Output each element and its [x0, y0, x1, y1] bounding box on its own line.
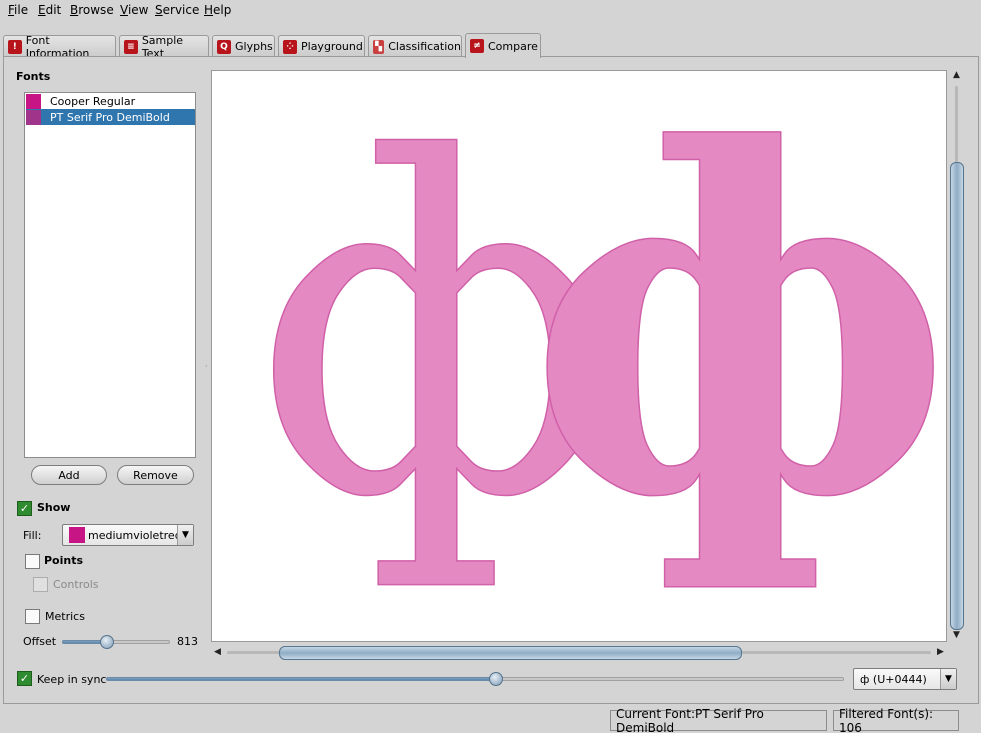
- tab-label: Playground: [301, 40, 363, 53]
- fonts-heading: Fonts: [16, 70, 51, 83]
- glyph-slider-fill: [106, 677, 496, 681]
- glyph-pt-serif-pro-demibold: ф: [528, 71, 947, 600]
- keep-in-sync-checkbox[interactable]: ✓: [17, 671, 32, 686]
- menu-bar: File Edit Browse View Service Help: [0, 0, 981, 22]
- glyph-slider-track[interactable]: [496, 677, 844, 681]
- points-checkbox[interactable]: [25, 554, 40, 569]
- glyph-preview-svg: ф ф: [255, 71, 947, 601]
- horizontal-scroll-thumb[interactable]: [279, 646, 742, 660]
- offset-slider-handle[interactable]: [100, 635, 114, 649]
- keep-in-sync-label: Keep in sync: [37, 673, 107, 686]
- menu-browse[interactable]: Browse: [70, 3, 114, 17]
- tab-sample-text[interactable]: ≡ Sample Text: [119, 34, 209, 60]
- scroll-up-icon[interactable]: ▲: [953, 70, 960, 80]
- glyphs-icon: Q: [217, 39, 231, 54]
- scroll-left-icon[interactable]: ◀: [214, 647, 221, 657]
- splitter-handle[interactable]: ·: [205, 362, 208, 371]
- points-label: Points: [44, 554, 84, 567]
- fonts-list[interactable]: Cooper Regular PT Serif Pro DemiBold: [24, 92, 196, 458]
- font-color-swatch: [26, 93, 41, 109]
- show-label: Show: [37, 501, 71, 514]
- controls-checkbox[interactable]: [33, 577, 48, 592]
- horizontal-scrollbar[interactable]: ◀ ▶: [211, 646, 947, 660]
- tab-glyphs[interactable]: Q Glyphs: [212, 35, 275, 57]
- font-list-item-pt-serif-pro-demibold[interactable]: PT Serif Pro DemiBold: [26, 109, 195, 125]
- tab-playground[interactable]: ⁘ Playground: [278, 35, 365, 57]
- offset-label: Offset: [23, 635, 57, 648]
- playground-icon: ⁘: [283, 39, 297, 54]
- menu-service[interactable]: Service: [155, 3, 199, 17]
- scroll-down-icon[interactable]: ▼: [953, 630, 960, 640]
- glyph-compare-canvas[interactable]: ф ф: [211, 70, 947, 642]
- tab-label: Classification: [388, 40, 461, 53]
- metrics-checkbox[interactable]: [25, 609, 40, 624]
- metrics-label: Metrics: [45, 610, 85, 623]
- compare-icon: ≠: [470, 39, 484, 53]
- fill-color-select[interactable]: mediumvioletred ▼: [62, 524, 194, 546]
- add-button[interactable]: Add: [31, 465, 107, 485]
- tab-label: Glyphs: [235, 40, 273, 53]
- remove-button[interactable]: Remove: [117, 465, 194, 485]
- vertical-scrollbar[interactable]: ▲ ▼: [950, 70, 964, 642]
- tab-compare[interactable]: ≠ Compare: [465, 33, 541, 58]
- glyph-select-value: ф (U+0444): [860, 672, 927, 686]
- status-filtered-fonts: Filtered Font(s): 106: [833, 707, 959, 733]
- menu-view[interactable]: View: [120, 3, 148, 17]
- classification-icon: ▚: [373, 39, 385, 54]
- font-color-swatch: [26, 109, 41, 125]
- fill-color-swatch: [69, 527, 85, 543]
- show-checkbox[interactable]: ✓: [17, 501, 32, 516]
- menu-file[interactable]: File: [8, 3, 28, 17]
- vertical-scroll-thumb[interactable]: [950, 162, 964, 630]
- offset-value: 813: [177, 635, 198, 648]
- controls-label: Controls: [53, 578, 99, 591]
- menu-help[interactable]: Help: [204, 3, 231, 17]
- font-list-item-cooper-regular[interactable]: Cooper Regular: [26, 93, 195, 109]
- font-info-icon: !: [8, 39, 22, 54]
- scroll-right-icon[interactable]: ▶: [937, 647, 944, 657]
- chevron-down-icon[interactable]: ▼: [177, 525, 193, 545]
- font-name: Cooper Regular: [50, 94, 136, 108]
- glyph-slider-handle[interactable]: [489, 672, 503, 686]
- tab-label: Compare: [488, 39, 538, 53]
- status-current-font: Current Font:PT Serif Pro DemiBold: [610, 707, 827, 733]
- fill-label: Fill:: [23, 529, 42, 542]
- tab-classification[interactable]: ▚ Classification: [368, 35, 462, 57]
- tab-bar: ! Font Information ≡ Sample Text Q Glyph…: [0, 33, 981, 60]
- chevron-down-icon[interactable]: ▼: [940, 669, 956, 689]
- menu-edit[interactable]: Edit: [38, 3, 61, 17]
- tab-font-information[interactable]: ! Font Information: [3, 34, 116, 60]
- fill-color-value: mediumvioletred: [88, 528, 182, 542]
- glyph-select[interactable]: ф (U+0444) ▼: [853, 668, 957, 690]
- font-name: PT Serif Pro DemiBold: [50, 110, 170, 124]
- sample-text-icon: ≡: [124, 39, 138, 54]
